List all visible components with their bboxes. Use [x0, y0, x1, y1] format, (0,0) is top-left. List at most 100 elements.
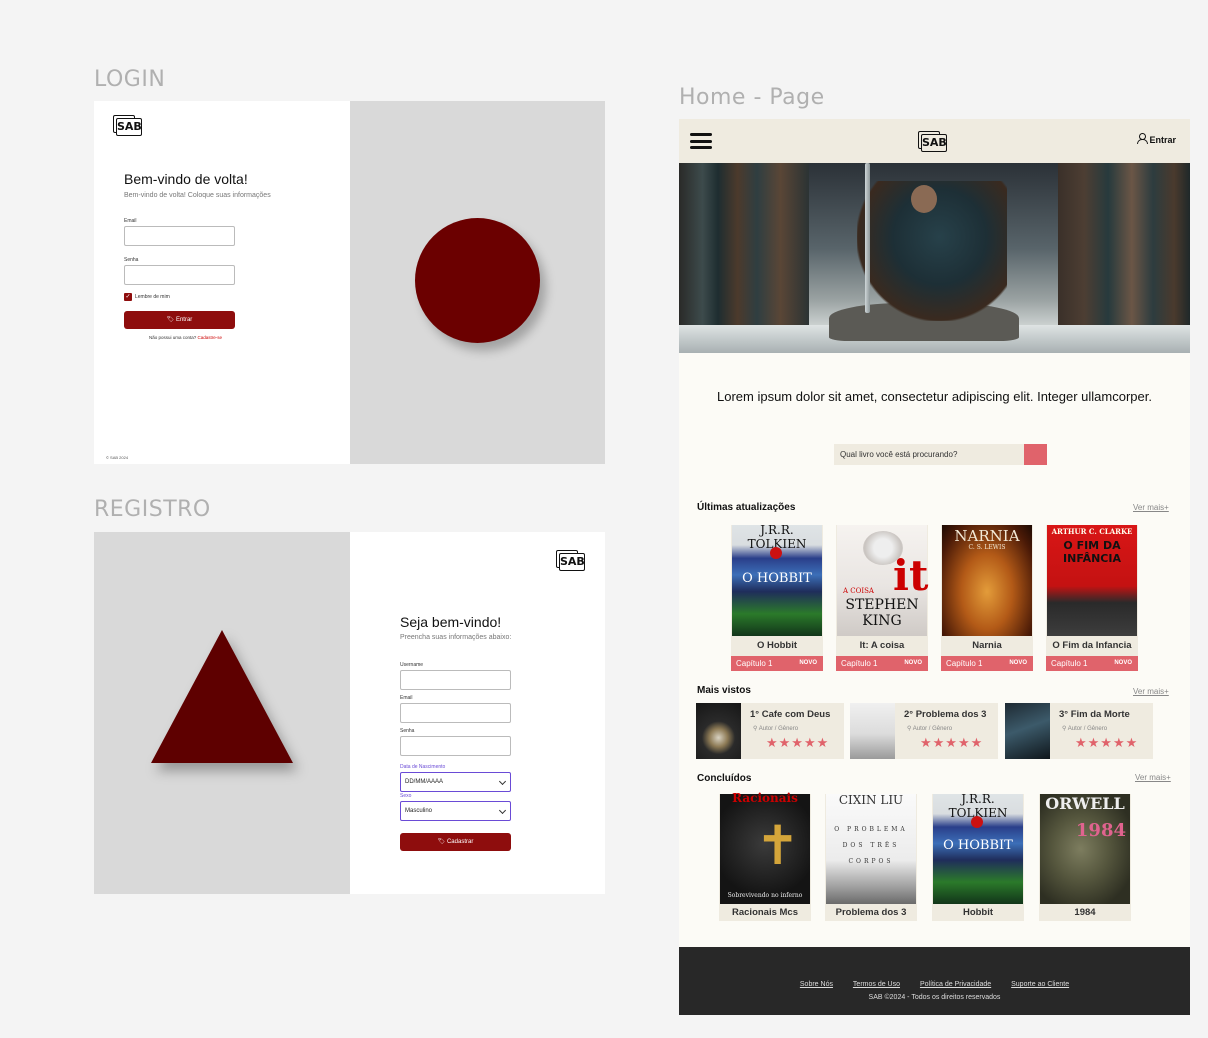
no-account-text: Não possui uma conta? [149, 335, 197, 340]
book-title: O Fim da Infancia [1052, 640, 1132, 651]
register-screen: SAB Seja bem-vindo! Preencha suas inform… [94, 532, 605, 894]
star-rating: ★★★★★ [920, 735, 984, 750]
book-card[interactable]: ARTHUR C. CLARKE O FIM DA INFÂNCIA O Fim… [1046, 525, 1138, 671]
book-cover-image: ARTHUR C. CLARKE O FIM DA INFÂNCIA [1047, 525, 1137, 636]
copyright-text: © SAB 2024 [106, 455, 129, 460]
birthdate-label: Data de Nascimento [400, 764, 446, 770]
author-genre: ⚲ Autor / Gênero [907, 726, 953, 732]
most-viewed-see-more-link[interactable]: Ver mais+ [1133, 687, 1169, 696]
email-field[interactable] [400, 703, 511, 723]
chapter-badge: Capítulo 1 NOVO [1046, 656, 1138, 671]
login-frame-title: LOGIN [94, 67, 166, 92]
book-card[interactable]: it A COISA STEPHEN KING It: A coisa Capí… [836, 525, 928, 671]
register-illustration-pane [94, 532, 350, 894]
birthdate-value: DD/MM/AAAA [405, 779, 444, 785]
login-screen: SAB Bem-vindo de volta! Bem-vindo de vol… [94, 101, 605, 464]
book-title: Problema dos 3 [835, 907, 907, 918]
register-prompt: Não possui uma conta? Cadastre-se [149, 335, 222, 340]
latest-section-title: Últimas atualizações [697, 502, 796, 513]
chevron-down-icon [498, 777, 507, 786]
sab-logo[interactable]: SAB [918, 131, 947, 152]
book-card[interactable]: J.R.R. TOLKIEN O HOBBIT O Hobbit Capítul… [731, 523, 823, 671]
password-field[interactable] [400, 736, 511, 756]
most-viewed-item[interactable]: 2° Problema dos 3 ⚲ Autor / Gênero ★★★★★ [850, 703, 998, 759]
register-subtitle: Preencha suas informações abaixo: [400, 634, 512, 641]
book-cover-image: ORWELL 1984 [1040, 794, 1130, 904]
login-subtitle: Bem-vindo de volta! Coloque suas informa… [124, 192, 271, 199]
book-card[interactable]: Racionais ✝ Sobrevivendo no inferno Raci… [719, 791, 811, 921]
book-card[interactable]: J.R.R. TOLKIEN O HOBBIT Hobbit [932, 792, 1024, 921]
register-button-label: Cadastrar [446, 839, 474, 845]
book-cover-image: CIXIN LIU O PROBLEMA DOS TRÊS CORPOS [826, 793, 916, 904]
sexo-label: Sexo [400, 793, 412, 799]
home-frame-title: Home - Page [679, 85, 825, 110]
author-genre: ⚲ Autor / Gênero [753, 726, 799, 732]
footer-link-support[interactable]: Suporte ao Cliente [1011, 981, 1069, 988]
register-title: Seja bem-vindo! [400, 614, 502, 630]
chapter-badge: Capítulo 1 NOVO [731, 656, 823, 671]
finished-see-more-link[interactable]: Ver mais+ [1135, 773, 1171, 782]
username-label: Username [400, 662, 424, 668]
chapter-badge: Capítulo 1 NOVO [941, 656, 1033, 671]
remember-checkbox[interactable]: ✓ [124, 293, 132, 301]
top-navbar: SAB Entrar [679, 119, 1190, 163]
search-input[interactable]: Qual livro você está procurando? [840, 450, 957, 459]
location-pin-icon: ⚲ [907, 726, 912, 732]
tag-icon: 🏷 [166, 317, 175, 323]
login-title: Bem-vindo de volta! [124, 171, 248, 187]
login-link-label: Entrar [1149, 135, 1176, 145]
footer-link-terms[interactable]: Termos de Uso [853, 981, 900, 988]
book-card[interactable]: NARNIA C. S. LEWIS Narnia Capítulo 1 NOVO [941, 525, 1033, 671]
email-label: Email [124, 218, 137, 224]
footer-link-about[interactable]: Sobre Nós [800, 981, 833, 988]
register-link[interactable]: Cadastre-se [198, 335, 223, 340]
latest-see-more-link[interactable]: Ver mais+ [1133, 503, 1169, 512]
book-cover-image: J.R.R. TOLKIEN O HOBBIT [732, 523, 822, 636]
rank-title: 2° Problema dos 3 [904, 709, 987, 720]
tagline-text: Lorem ipsum dolor sit amet, consectetur … [717, 389, 1152, 404]
remember-label: Lembre de mim [135, 294, 170, 300]
site-footer: Sobre Nós Termos de Uso Política de Priv… [679, 947, 1190, 1015]
footer-copyright: SAB ©2024 - Todos os direitos reservados [868, 994, 1001, 1001]
birthdate-select[interactable]: DD/MM/AAAA [400, 772, 511, 792]
sexo-value: Masculino [405, 808, 433, 814]
login-link[interactable]: Entrar [1137, 133, 1176, 145]
red-triangle-shape [151, 630, 293, 763]
email-field[interactable] [124, 226, 235, 246]
book-title: O Hobbit [756, 640, 798, 651]
login-button[interactable]: 🏷 Entrar [124, 311, 235, 329]
book-title: It: A coisa [859, 640, 905, 651]
senha-label: Senha [124, 257, 139, 263]
star-rating: ★★★★★ [1075, 735, 1139, 750]
book-card[interactable]: ORWELL 1984 1984 [1039, 794, 1131, 921]
most-viewed-item[interactable]: 3° Fim da Morte ⚲ Autor / Gênero ★★★★★ [1005, 703, 1153, 759]
book-cover-image: NARNIA C. S. LEWIS [942, 525, 1032, 636]
footer-links: Sobre Nós Termos de Uso Política de Priv… [679, 981, 1190, 988]
senha-label: Senha [400, 728, 415, 734]
book-card[interactable]: CIXIN LIU O PROBLEMA DOS TRÊS CORPOS Pro… [825, 793, 917, 921]
user-icon [1137, 133, 1149, 144]
book-title: Hobbit [962, 907, 994, 918]
book-cover-image [850, 703, 895, 759]
sab-logo: SAB [113, 115, 142, 136]
book-cover-image: it A COISA STEPHEN KING [837, 525, 928, 636]
hamburger-menu-icon[interactable] [690, 133, 712, 149]
most-viewed-section-title: Mais vistos [697, 685, 751, 696]
sexo-select[interactable]: Masculino [400, 801, 511, 821]
registro-frame-title: REGISTRO [94, 497, 211, 522]
book-cover-image: Racionais ✝ Sobrevivendo no inferno [720, 791, 810, 904]
login-button-label: Entrar [175, 317, 193, 323]
book-cover-image: J.R.R. TOLKIEN O HOBBIT [933, 792, 1023, 904]
register-button[interactable]: 🏷 Cadastrar [400, 833, 511, 851]
red-circle-shape [415, 218, 540, 343]
book-title: Narnia [972, 640, 1002, 651]
author-genre: ⚲ Autor / Gênero [1062, 726, 1108, 732]
email-label: Email [400, 695, 413, 701]
footer-link-privacy[interactable]: Política de Privacidade [920, 981, 991, 988]
most-viewed-item[interactable]: 1° Cafe com Deus ⚲ Autor / Gênero ★★★★★ [696, 703, 844, 759]
login-illustration-pane [350, 101, 605, 464]
password-field[interactable] [124, 265, 235, 285]
search-button[interactable] [1024, 444, 1047, 465]
username-field[interactable] [400, 670, 511, 690]
search-bar[interactable]: Qual livro você está procurando? [834, 444, 1047, 465]
